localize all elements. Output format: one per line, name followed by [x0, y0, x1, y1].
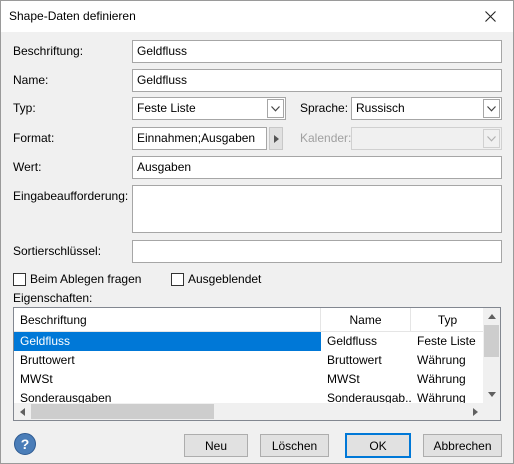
typ-select[interactable]: Feste Liste	[132, 97, 286, 120]
column-header-beschriftung[interactable]: Beschriftung	[14, 308, 321, 332]
scroll-up-button[interactable]	[483, 308, 500, 325]
neu-button[interactable]: Neu	[184, 434, 248, 457]
label-beschriftung: Beschriftung:	[13, 44, 84, 58]
chevron-right-icon	[473, 407, 478, 416]
format-menu-button[interactable]	[269, 127, 283, 150]
label-eingabeaufforderung: Eingabeaufforderung:	[13, 189, 129, 203]
chevron-up-icon	[487, 314, 496, 319]
column-header-name[interactable]: Name	[321, 308, 411, 332]
label-name: Name:	[13, 73, 49, 87]
label-kalender: Kalender:	[300, 131, 352, 145]
eingabeaufforderung-textarea[interactable]	[132, 185, 502, 233]
loeschen-button[interactable]: Löschen	[260, 434, 329, 457]
label-typ: Typ:	[13, 101, 36, 115]
cell-typ: Feste Liste	[417, 334, 476, 348]
typ-dropdown-button[interactable]	[267, 99, 284, 118]
sortierschluessel-input[interactable]	[132, 240, 502, 263]
scroll-left-button[interactable]	[14, 403, 31, 420]
beim-ablegen-fragen-checkbox[interactable]: Beim Ablegen fragen	[13, 272, 141, 286]
beim-ablegen-fragen-label: Beim Ablegen fragen	[30, 272, 142, 286]
vertical-scrollbar[interactable]	[483, 308, 500, 403]
ausgeblendet-label: Ausgeblendet	[188, 272, 262, 286]
column-header-typ[interactable]: Typ	[411, 308, 484, 332]
cell-name: Geldfluss	[327, 334, 378, 348]
label-format: Format:	[13, 131, 55, 145]
sprache-select-value: Russisch	[356, 101, 405, 115]
scroll-right-button[interactable]	[467, 403, 484, 420]
checkbox-box[interactable]	[13, 272, 26, 286]
sprache-dropdown-button[interactable]	[483, 99, 500, 118]
close-icon	[484, 11, 496, 22]
chevron-left-icon	[20, 407, 25, 416]
beschriftung-input[interactable]: Geldfluss	[132, 40, 502, 63]
cell-beschriftung: MWSt	[20, 372, 53, 386]
table-row[interactable]: Geldfluss Geldfluss Feste Liste	[14, 332, 484, 351]
scroll-corner	[483, 403, 500, 420]
shape-data-dialog: Shape-Daten definieren Beschriftung: Gel…	[0, 0, 514, 464]
table-header: Beschriftung Name Typ	[14, 308, 484, 332]
title-bar: Shape-Daten definieren	[1, 1, 513, 32]
cell-name: MWSt	[327, 372, 360, 386]
help-icon[interactable]: ?	[14, 433, 36, 455]
table-row[interactable]: Bruttowert Bruttowert Währung	[14, 351, 484, 370]
format-input[interactable]: Einnahmen;Ausgaben	[132, 127, 267, 150]
label-sortierschluessel: Sortierschlüssel:	[13, 244, 102, 258]
properties-table[interactable]: Beschriftung Name Typ Geldfluss Geldflus…	[13, 307, 501, 421]
name-input[interactable]: Geldfluss	[132, 69, 502, 92]
checkbox-box[interactable]	[171, 272, 184, 286]
horizontal-scroll-thumb[interactable]	[31, 404, 214, 419]
scroll-down-button[interactable]	[483, 386, 500, 403]
window-title: Shape-Daten definieren	[9, 9, 136, 23]
cell-beschriftung: Bruttowert	[20, 353, 75, 367]
cell-beschriftung: Geldfluss	[14, 332, 321, 351]
table-row[interactable]: MWSt MWSt Währung	[14, 370, 484, 389]
cell-typ: Währung	[417, 353, 466, 367]
sprache-select[interactable]: Russisch	[351, 97, 502, 120]
abbrechen-button[interactable]: Abbrechen	[423, 434, 502, 457]
chevron-down-icon	[271, 105, 280, 112]
horizontal-scrollbar[interactable]	[14, 403, 484, 420]
wert-input[interactable]: Ausgaben	[132, 156, 502, 179]
label-sprache: Sprache:	[300, 101, 349, 115]
label-eigenschaften: Eigenschaften:	[13, 291, 93, 305]
chevron-down-icon	[487, 135, 496, 142]
label-wert: Wert:	[13, 160, 42, 174]
triangle-right-icon	[273, 134, 279, 143]
chevron-down-icon	[487, 392, 496, 397]
vertical-scroll-thumb[interactable]	[484, 325, 499, 357]
close-button[interactable]	[467, 1, 513, 32]
chevron-down-icon	[487, 105, 496, 112]
typ-select-value: Feste Liste	[137, 101, 196, 115]
kalender-select[interactable]	[351, 127, 502, 150]
cell-typ: Währung	[417, 372, 466, 386]
ausgeblendet-checkbox[interactable]: Ausgeblendet	[171, 272, 261, 286]
cell-name: Bruttowert	[327, 353, 382, 367]
ok-button[interactable]: OK	[345, 433, 411, 458]
kalender-dropdown-button[interactable]	[483, 129, 500, 148]
